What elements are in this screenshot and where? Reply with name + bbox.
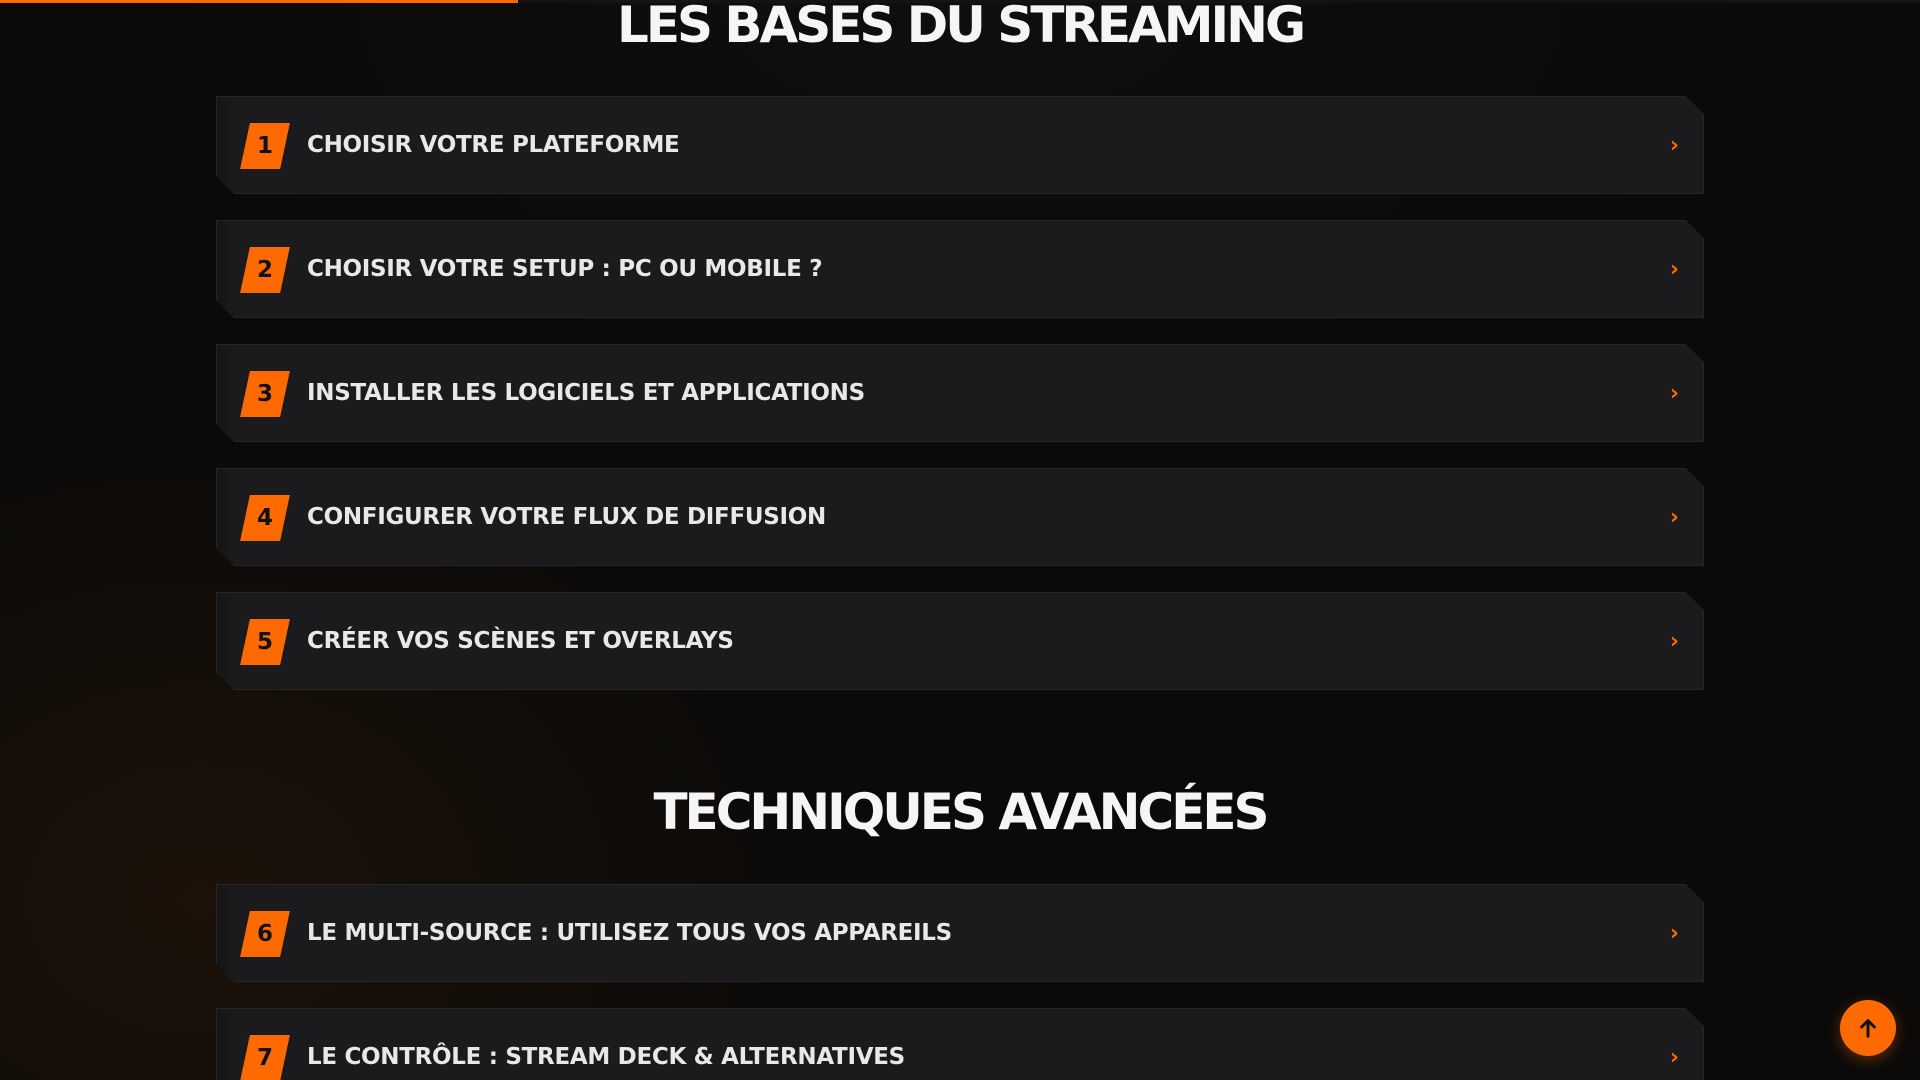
- chevron-right-icon: ›: [1669, 1044, 1679, 1070]
- accordion-item-label: CHOISIR VOTRE PLATEFORME: [307, 132, 680, 158]
- accordion-item[interactable]: 3 INSTALLER LES LOGICIELS ET APPLICATION…: [216, 344, 1704, 442]
- accordion-item[interactable]: 5 CRÉER VOS SCÈNES ET OVERLAYS ›: [216, 592, 1704, 690]
- back-to-top-button[interactable]: [1840, 1000, 1896, 1056]
- accordion-item[interactable]: 1 CHOISIR VOTRE PLATEFORME ›: [216, 96, 1704, 194]
- section-title-basics: LES BASES DU STREAMING: [616, 0, 1306, 54]
- step-number-badge: 4: [240, 495, 290, 541]
- chevron-right-icon: ›: [1669, 628, 1679, 654]
- chevron-right-icon: ›: [1669, 380, 1679, 406]
- accordion-item[interactable]: 7 LE CONTRÔLE : STREAM DECK & ALTERNATIV…: [216, 1008, 1704, 1080]
- step-number-badge: 6: [240, 911, 290, 957]
- accordion-item-label: CONFIGURER VOTRE FLUX DE DIFFUSION: [307, 504, 826, 530]
- arrow-up-icon: [1860, 1019, 1876, 1038]
- accordion-item[interactable]: 2 CHOISIR VOTRE SETUP : PC OU MOBILE ? ›: [216, 220, 1704, 318]
- accordion-item[interactable]: 4 CONFIGURER VOTRE FLUX DE DIFFUSION ›: [216, 468, 1704, 566]
- accordion-item-label: LE MULTI-SOURCE : UTILISEZ TOUS VOS APPA…: [307, 920, 952, 946]
- chevron-right-icon: ›: [1669, 132, 1679, 158]
- step-number-badge: 2: [240, 247, 290, 293]
- step-number-badge: 1: [240, 123, 290, 169]
- accordion-basics: 1 CHOISIR VOTRE PLATEFORME › 2 CHOISIR V…: [216, 96, 1704, 716]
- section-title-advanced: TECHNIQUES AVANCÉES: [653, 783, 1269, 841]
- accordion-advanced: 6 LE MULTI-SOURCE : UTILISEZ TOUS VOS AP…: [216, 884, 1704, 1080]
- step-number-badge: 5: [240, 619, 290, 665]
- chevron-right-icon: ›: [1669, 504, 1679, 530]
- step-number-badge: 3: [240, 371, 290, 417]
- accordion-item-label: CHOISIR VOTRE SETUP : PC OU MOBILE ?: [307, 256, 823, 282]
- accordion-item-label: LE CONTRÔLE : STREAM DECK & ALTERNATIVES: [307, 1044, 905, 1070]
- accordion-item-label: INSTALLER LES LOGICIELS ET APPLICATIONS: [307, 380, 865, 406]
- step-number-badge: 7: [240, 1035, 290, 1080]
- chevron-right-icon: ›: [1669, 920, 1679, 946]
- accordion-item-label: CRÉER VOS SCÈNES ET OVERLAYS: [307, 628, 734, 654]
- chevron-right-icon: ›: [1669, 256, 1679, 282]
- accordion-item[interactable]: 6 LE MULTI-SOURCE : UTILISEZ TOUS VOS AP…: [216, 884, 1704, 982]
